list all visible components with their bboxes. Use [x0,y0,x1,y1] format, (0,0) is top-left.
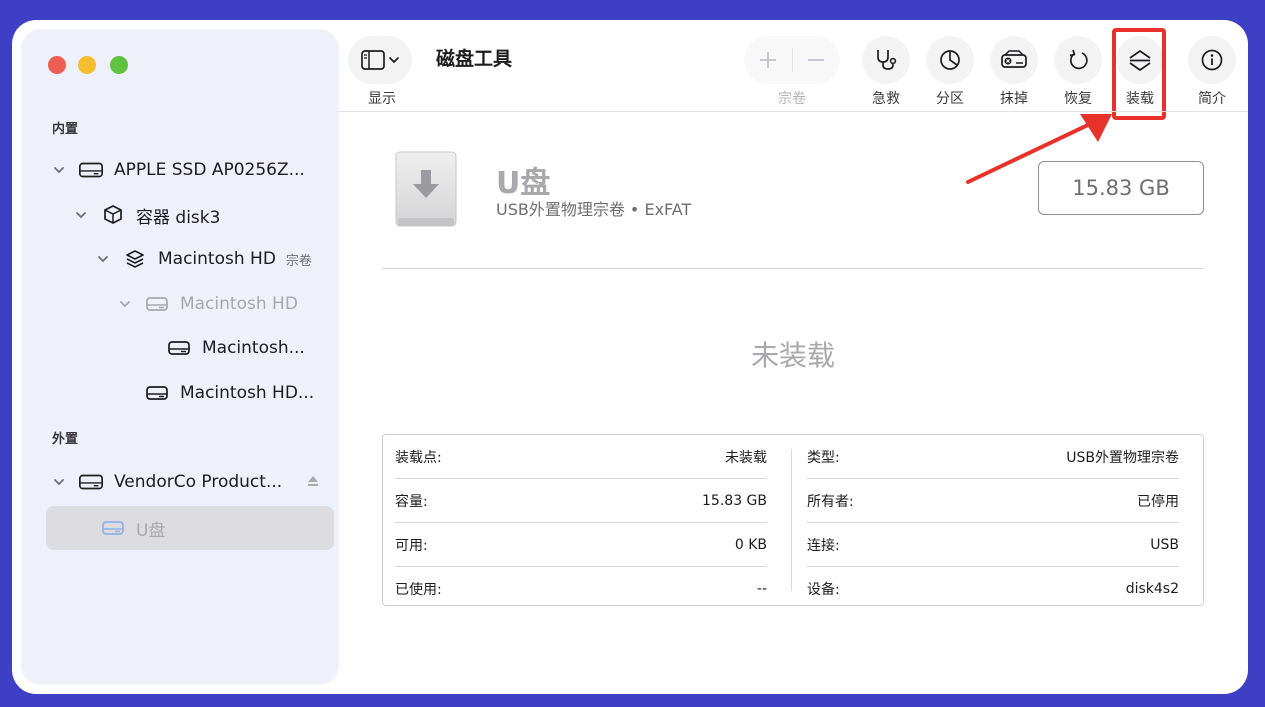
sidebar-item-label: APPLE SSD AP0256Z... [114,160,305,180]
layers-icon [122,248,148,270]
info-key: 所有者: [807,493,854,510]
info-row-mount-point: 装载点: 未装载 [395,435,767,479]
header-divider [382,268,1204,269]
pie-chart-icon [938,48,962,72]
sidebar-item-label: Macintosh... [202,338,305,358]
info-column-divider [791,449,792,591]
erase-button[interactable] [990,36,1038,84]
info-table: 装载点: 未装载 容量: 15.83 GB 可用: 0 KB 已使用: -- 类… [382,434,1204,606]
info-button[interactable] [1188,36,1236,84]
first-aid-button[interactable] [862,36,910,84]
chevron-down-icon[interactable] [50,161,68,179]
remove-volume-button[interactable] [793,36,841,84]
sidebar-item-macintosh-hd-volume[interactable]: Macintosh HD 宗卷 [94,241,312,277]
info-key: 类型: [807,449,840,466]
info-column-right: 类型: USB外置物理宗卷 所有者: 已停用 连接: USB 设备: disk4… [795,435,1191,610]
info-value: 未装载 [725,449,767,466]
info-key: 已使用: [395,581,442,598]
first-aid-label: 急救 [872,91,900,107]
sidebar: 内置 APPLE SSD AP0256Z... 容器 disk3 Macinto… [22,30,338,684]
sidebar-item-label: Macintosh HD [180,294,298,314]
view-toggle-button[interactable] [348,36,412,84]
info-key: 设备: [807,581,840,598]
sidebar-item-macintosh-data[interactable]: Macintosh... [166,330,305,366]
eject-icon[interactable] [306,474,320,488]
info-key: 连接: [807,537,840,554]
internal-drive-icon [78,159,104,181]
sidebar-item-macintosh-hd[interactable]: Macintosh HD [116,286,298,322]
view-label: 显示 [368,91,396,107]
volume-suffix: 宗卷 [285,253,312,269]
sidebar-item-label: U盘 [136,520,166,541]
info-row-device: 设备: disk4s2 [807,567,1179,610]
chevron-down-icon[interactable] [116,295,134,313]
section-internal: 内置 [52,122,79,137]
chevron-down-icon [388,54,400,66]
info-row-type: 类型: USB外置物理宗卷 [807,435,1179,479]
drive-icon [166,337,192,359]
info-value: 0 KB [734,536,767,553]
info-key: 装载点: [395,449,442,466]
info-row-available: 可用: 0 KB [395,523,767,567]
usb-drive-large-icon [394,150,460,230]
disk-utility-window: 内置 APPLE SSD AP0256Z... 容器 disk3 Macinto… [12,20,1248,694]
partition-label: 分区 [936,91,964,107]
info-row-capacity: 容量: 15.83 GB [395,479,767,523]
selected-row-highlight [46,506,334,550]
info-column-left: 装载点: 未装载 容量: 15.83 GB 可用: 0 KB 已使用: -- [383,435,779,610]
erase-drive-icon [999,49,1029,71]
chevron-down-icon[interactable] [50,473,68,491]
volume-add-remove-group [744,36,840,84]
restore-icon [1066,48,1090,72]
info-value: 15.83 GB [702,492,767,509]
external-drive-icon [78,471,104,493]
stethoscope-icon [873,47,899,73]
info-value: -- [756,580,767,597]
add-volume-button[interactable] [744,36,792,84]
partition-button[interactable] [926,36,974,84]
erase-label: 抹掉 [1000,91,1028,107]
restore-label: 恢复 [1064,91,1092,107]
drive-icon [144,293,170,315]
close-window-button[interactable] [48,56,66,74]
sidebar-item-container[interactable]: 容器 disk3 [72,197,220,233]
chevron-down-icon[interactable] [94,250,112,268]
info-value: USB外置物理宗卷 [1066,449,1179,466]
info-row-connection: 连接: USB [807,523,1179,567]
volume-size-badge: 15.83 GB [1038,161,1204,215]
drive-icon [144,382,170,404]
sidebar-item-label: VendorCo Product... [114,472,283,492]
container-box-icon [100,204,126,226]
info-value: 已停用 [1137,493,1179,510]
info-row-used: 已使用: -- [395,567,767,610]
volume-label: 宗卷 [778,91,806,107]
sidebar-item-macintosh-hd-data[interactable]: Macintosh HD... [144,375,314,411]
usb-volume-icon [100,517,126,539]
sidebar-item-u-disk[interactable]: U盘 [100,510,165,546]
section-external: 外置 [52,432,79,447]
app-title: 磁盘工具 [436,48,513,70]
info-value: disk4s2 [1125,580,1179,597]
sidebar-item-apple-ssd[interactable]: APPLE SSD AP0256Z... [50,152,305,188]
sidebar-item-label: 容器 disk3 [136,207,221,228]
minimize-window-button[interactable] [78,56,96,74]
info-key: 容量: [395,493,428,510]
info-icon [1200,48,1224,72]
sidebar-item-vendorco[interactable]: VendorCo Product... [50,464,282,500]
info-row-owners: 所有者: 已停用 [807,479,1179,523]
sidebar-item-label: Macintosh HD... [180,383,315,403]
highlight-annotation-box [1112,28,1166,120]
info-key: 可用: [395,537,428,554]
mount-status-text: 未装载 [750,339,835,372]
volume-subtitle: USB外置物理宗卷 • ExFAT [496,200,692,219]
info-value: USB [1150,536,1179,553]
chevron-down-icon[interactable] [72,206,90,224]
info-label: 简介 [1198,91,1226,107]
zoom-window-button[interactable] [110,56,128,74]
sidebar-item-label: Macintosh HD [158,249,276,269]
restore-button[interactable] [1054,36,1102,84]
sidebar-toggle-icon [360,49,388,71]
